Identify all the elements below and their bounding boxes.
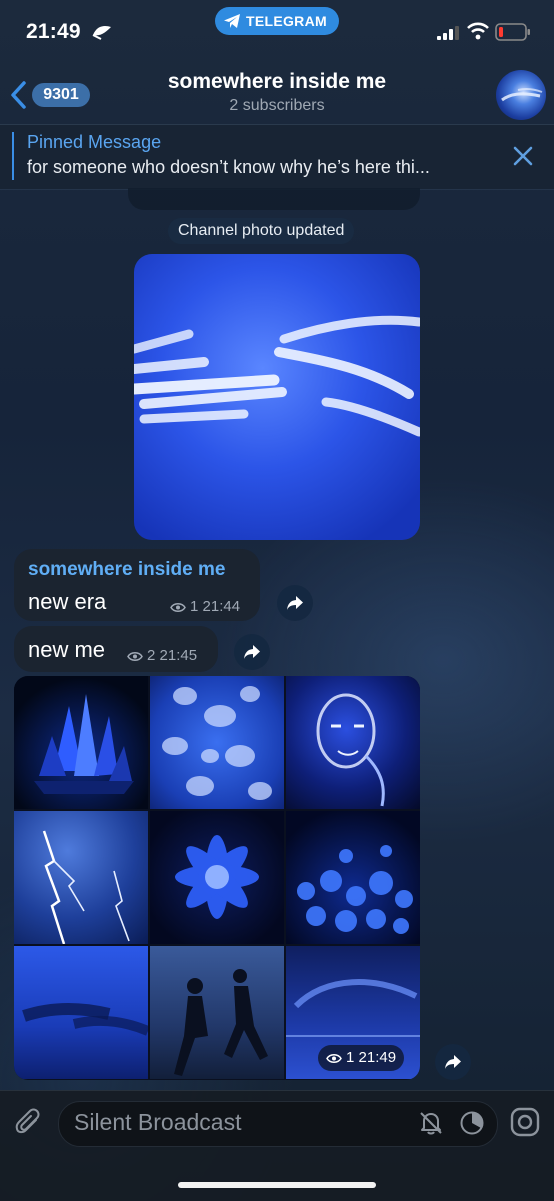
telegram-return-pill[interactable]: TELEGRAM	[215, 7, 339, 35]
message-text: new era	[28, 589, 107, 614]
share-button[interactable]	[234, 634, 270, 670]
album-image-jellyfish[interactable]	[150, 676, 284, 809]
pinned-label: Pinned Message	[27, 132, 162, 152]
pinned-text: for someone who doesn’t know why he’s he…	[27, 157, 430, 177]
album-image-glowing-flowers-field[interactable]	[286, 811, 420, 944]
wifi-icon	[467, 22, 489, 40]
album-image-hands-underwater[interactable]	[14, 946, 148, 1079]
battery-low-icon	[495, 23, 530, 41]
pinned-accent-bar	[12, 132, 14, 180]
share-button[interactable]	[435, 1044, 471, 1080]
close-icon[interactable]	[512, 145, 534, 167]
timer-icon[interactable]	[459, 1110, 485, 1136]
message-text: new me	[28, 637, 106, 662]
bell-muted-icon[interactable]	[418, 1110, 444, 1136]
home-indicator[interactable]	[178, 1182, 376, 1188]
unread-count-badge[interactable]: 9301	[32, 83, 90, 107]
album-image-couple-running[interactable]	[150, 946, 284, 1079]
back-chevron-icon[interactable]	[8, 80, 28, 110]
album-image-glowing-face[interactable]	[286, 676, 420, 809]
paperclip-icon[interactable]	[14, 1108, 42, 1138]
channel-photo[interactable]	[134, 254, 420, 540]
share-button[interactable]	[277, 585, 313, 621]
message-meta: 1 21:44	[170, 598, 240, 615]
photo-album	[14, 676, 420, 1080]
share-arrow-icon	[287, 596, 303, 610]
album-meta: 1 21:49	[318, 1045, 405, 1071]
telegram-pill-label: TELEGRAM	[246, 13, 327, 29]
share-arrow-icon	[445, 1055, 461, 1069]
message-input-placeholder: Silent Broadcast	[74, 1109, 242, 1135]
cellular-signal-icon	[437, 26, 459, 40]
album-image-glowing-flower[interactable]	[150, 811, 284, 944]
service-message: Channel photo updated	[168, 218, 355, 244]
album-views: 1	[346, 1049, 355, 1066]
message-sender[interactable]: somewhere inside me	[28, 559, 225, 581]
message-time: 21:45	[159, 647, 198, 664]
album-image-lightning[interactable]	[14, 811, 148, 944]
message-views: 1	[190, 598, 199, 615]
share-arrow-icon	[244, 645, 260, 659]
focus-mode-icon	[92, 25, 111, 40]
paper-plane-icon	[224, 14, 240, 28]
status-time: 21:49	[26, 20, 81, 43]
album-image-crystal[interactable]	[14, 676, 148, 809]
album-time: 21:49	[358, 1049, 397, 1066]
camera-icon[interactable]	[509, 1106, 541, 1138]
views-eye-icon	[326, 1054, 342, 1063]
channel-avatar[interactable]	[496, 70, 546, 120]
message-time: 21:44	[202, 598, 241, 615]
views-eye-icon	[127, 652, 143, 661]
views-eye-icon	[170, 603, 186, 612]
channel-subscribers: 2 subscribers	[229, 97, 325, 114]
previous-message-edge	[128, 188, 420, 210]
channel-title[interactable]: somewhere inside me	[100, 70, 454, 94]
message-meta: 2 21:45	[127, 647, 197, 664]
message-views: 2	[147, 647, 156, 664]
